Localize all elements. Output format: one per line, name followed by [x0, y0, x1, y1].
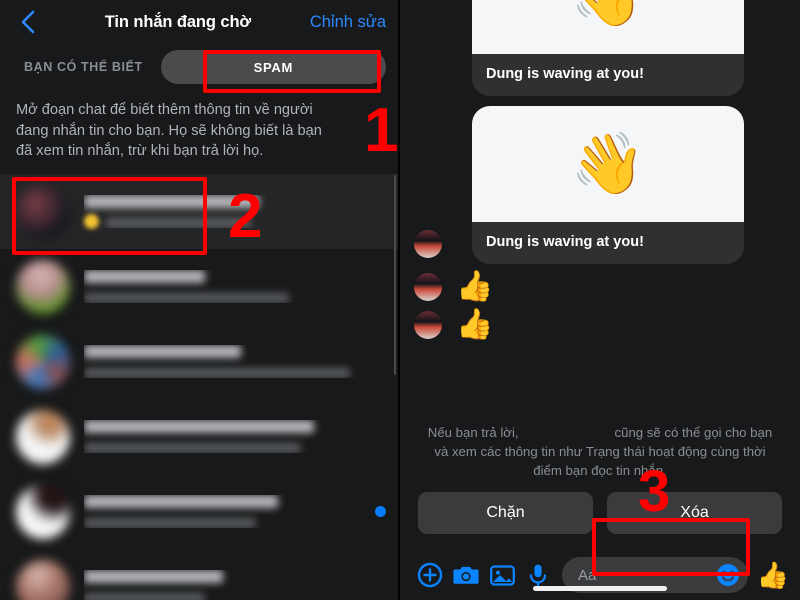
message-preview	[84, 593, 205, 600]
delete-button[interactable]: Xóa	[607, 492, 782, 534]
list-scrollbar[interactable]	[393, 175, 396, 375]
chat-request-list	[0, 174, 400, 600]
camera-icon[interactable]	[448, 557, 484, 593]
reply-notice: Nếu bạn trả lời, cũng sẽ có thể gọi cho b…	[400, 411, 800, 490]
avatar	[16, 334, 70, 389]
avatar[interactable]	[414, 273, 442, 301]
home-indicator	[533, 586, 667, 591]
image-icon[interactable]	[484, 557, 520, 593]
contact-name	[84, 570, 223, 584]
wave-image: 👋	[472, 0, 744, 54]
smiley-icon[interactable]	[716, 563, 740, 587]
avatar	[16, 259, 70, 314]
avatar	[16, 409, 70, 464]
avatar	[16, 184, 70, 239]
message-composer: Aa 👍	[400, 546, 800, 600]
conversation-panel: 👋 Dung is waving at you! 👋 Dung is wavin…	[400, 0, 800, 600]
contact-name	[84, 495, 278, 509]
wave-message-card[interactable]: 👋 Dung is waving at you!	[472, 106, 744, 264]
request-actions: Chặn Xóa	[400, 490, 800, 546]
waving-hand-icon: 👋	[571, 0, 646, 26]
unread-indicator	[375, 506, 386, 518]
list-item-text	[84, 420, 386, 454]
thumbs-up-message-row[interactable]: 👍	[414, 272, 786, 302]
tab-you-may-know[interactable]: BẠN CÓ THỂ BIẾT	[24, 60, 143, 74]
contact-name	[84, 270, 205, 284]
plus-circle-icon[interactable]	[412, 557, 448, 593]
contact-name	[84, 420, 314, 434]
message-preview	[84, 368, 350, 379]
thumbs-up-icon: 👍	[756, 560, 790, 590]
wave-message-row: 👋 Dung is waving at you!	[414, 106, 786, 264]
message-preview	[106, 218, 251, 229]
waving-hand-icon: 👋	[570, 130, 646, 197]
wave-caption: Dung is waving at you!	[486, 234, 644, 250]
list-item-text	[84, 195, 386, 229]
tab-row: BẠN CÓ THỂ BIẾT SPAM	[0, 44, 400, 90]
message-preview	[84, 443, 302, 454]
list-item[interactable]	[0, 474, 400, 549]
contact-name	[84, 345, 242, 359]
message-input-placeholder: Aa	[578, 566, 597, 584]
list-item[interactable]	[0, 549, 400, 600]
avatar	[16, 559, 70, 600]
contact-name	[84, 195, 260, 209]
list-item[interactable]	[0, 399, 400, 474]
nav-header: Tin nhắn đang chờ Chỉnh sửa	[0, 0, 400, 44]
app-screenshot: Tin nhắn đang chờ Chỉnh sửa BẠN CÓ THỂ B…	[0, 0, 800, 600]
thumbs-up-send-button[interactable]: 👍	[754, 557, 790, 593]
list-item-text	[84, 345, 386, 379]
message-preview	[84, 518, 256, 529]
avatar[interactable]	[414, 311, 442, 339]
notice-line-before: Nếu bạn trả lời,	[427, 424, 519, 440]
avatar[interactable]	[414, 230, 442, 258]
thumbs-up-icon: 👍	[456, 308, 494, 341]
list-item[interactable]	[0, 324, 400, 399]
chevron-left-icon	[20, 10, 35, 34]
wave-caption: Dung is waving at you!	[486, 66, 644, 82]
thumbs-up-message-row[interactable]: 👍	[414, 310, 786, 340]
wave-image: 👋	[472, 106, 744, 222]
list-item[interactable]	[0, 249, 400, 324]
thumbs-up-icon: 👍	[456, 270, 494, 303]
list-item-text	[84, 495, 361, 529]
tab-spam[interactable]: SPAM	[160, 50, 386, 84]
list-item[interactable]	[0, 174, 400, 250]
message-preview	[84, 293, 290, 304]
requests-description: Mở đoạn chat để biết thêm thông tin về n…	[16, 102, 322, 160]
back-button[interactable]	[14, 9, 40, 35]
avatar	[16, 484, 70, 539]
page-title: Tin nhắn đang chờ	[104, 12, 252, 31]
message-requests-panel: Tin nhắn đang chờ Chỉnh sửa BẠN CÓ THỂ B…	[0, 0, 400, 600]
message-thread[interactable]: 👋 Dung is waving at you! 👋 Dung is wavin…	[400, 0, 800, 411]
list-item-text	[84, 570, 386, 600]
edit-link[interactable]: Chỉnh sửa	[310, 13, 386, 32]
list-item-text	[84, 270, 386, 304]
block-button[interactable]: Chặn	[418, 492, 593, 534]
wave-message-card[interactable]: 👋 Dung is waving at you!	[472, 0, 744, 96]
